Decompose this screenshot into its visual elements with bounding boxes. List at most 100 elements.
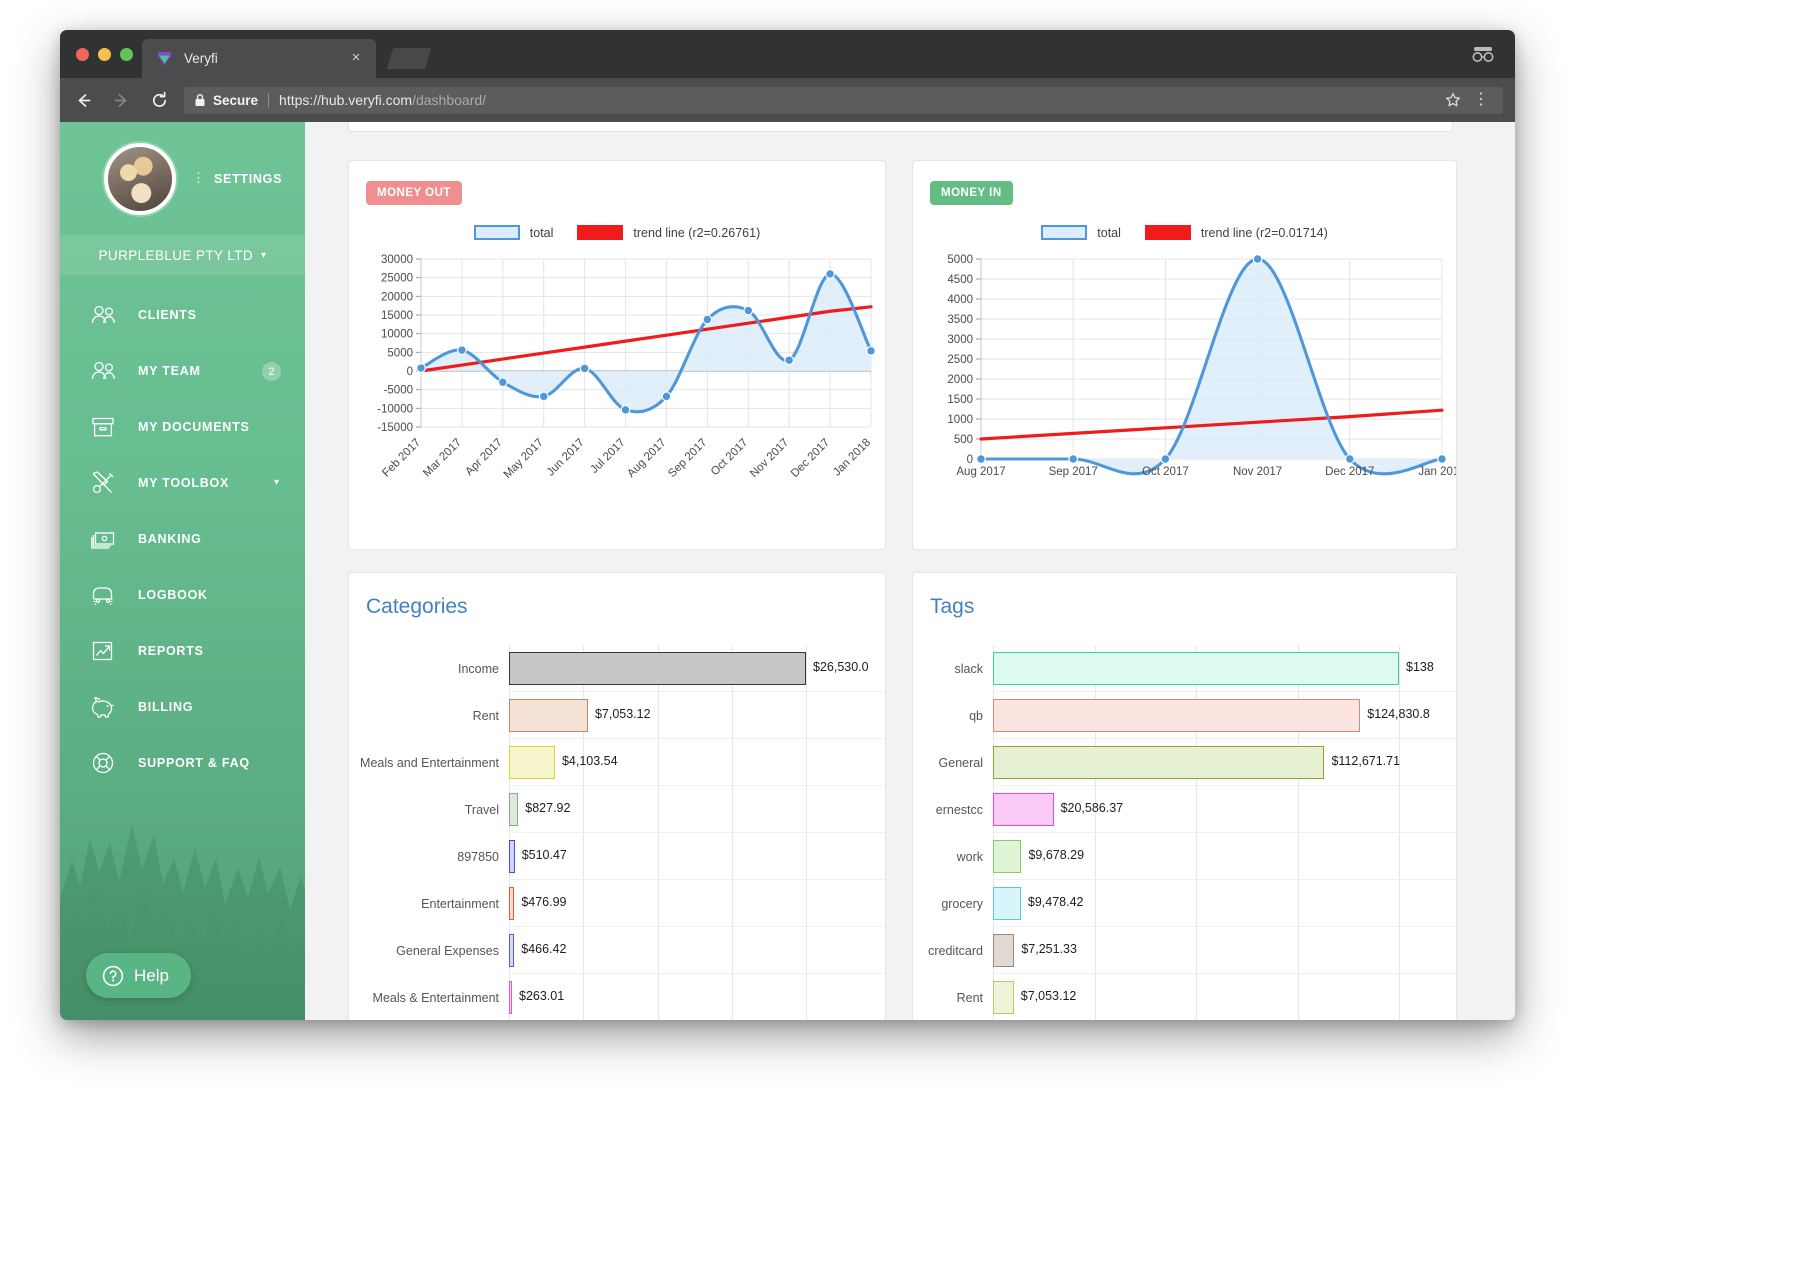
bar-row[interactable]: slack $138	[913, 645, 1456, 692]
bar-category-label: Meals and Entertainment	[360, 755, 499, 770]
lifering-icon	[90, 750, 124, 776]
browser-window: Veryfi × Secure https://hub.veryfi.com/d…	[60, 30, 1515, 1020]
bar-row[interactable]: grocery $9,478.42	[913, 880, 1456, 927]
svg-text:Jan 2018: Jan 2018	[831, 437, 873, 479]
tab-close-icon[interactable]: ×	[349, 50, 363, 65]
money-in-legend: total trend line (r2=0.01714)	[913, 225, 1456, 240]
bar-row[interactable]: 897850 $510.47	[349, 833, 885, 880]
svg-text:1000: 1000	[947, 414, 973, 426]
top-partial-card	[348, 122, 1453, 132]
legend-trend-swatch	[1144, 225, 1191, 240]
window-maximize-button[interactable]	[120, 48, 133, 61]
bar-value-label: $7,053.12	[1020, 989, 1077, 1003]
back-button[interactable]	[68, 85, 98, 115]
bar-row[interactable]: Income $26,530.0	[349, 645, 885, 692]
bar-fill	[509, 981, 512, 1014]
bar-category-label: ernestcc	[935, 802, 983, 817]
tags-title: Tags	[930, 595, 975, 618]
bar-row[interactable]: Entertainment $476.99	[349, 880, 885, 927]
browser-tab[interactable]: Veryfi ×	[142, 39, 376, 78]
profile-section: ⋮ SETTINGS	[60, 122, 305, 235]
browser-toolbar: Secure https://hub.veryfi.com/dashboard/…	[60, 78, 1515, 122]
avatar[interactable]	[104, 142, 176, 215]
svg-text:500: 500	[954, 434, 973, 446]
forward-button[interactable]	[106, 85, 136, 115]
tags-panel: Tags slack $138 qb $124,830.8 General $112,67…	[912, 572, 1457, 1020]
sidebar-item-banking[interactable]: BANKING	[60, 511, 305, 567]
banknote-icon	[90, 528, 124, 550]
sidebar-item-clients[interactable]: CLIENTS	[60, 287, 305, 343]
tools-icon	[90, 471, 124, 495]
bar-row[interactable]: Meals and Entertainment $4,103.54	[349, 739, 885, 786]
legend-total-label: total	[1097, 225, 1121, 240]
bar-row[interactable]: General $112,671.71	[913, 739, 1456, 786]
dashboard-main: MONEY OUT total trend line (r2=0.26761) …	[305, 122, 1515, 1020]
bar-fill	[993, 934, 1015, 967]
bar-gridlines	[509, 974, 885, 1020]
bar-row[interactable]: Rent $7,053.12	[913, 974, 1456, 1020]
bar-track: $510.47	[509, 833, 885, 880]
sidebar-item-billing[interactable]: BILLING	[60, 679, 305, 735]
settings-label: SETTINGS	[214, 171, 283, 186]
help-button[interactable]: Help	[86, 953, 191, 998]
bar-row[interactable]: qb $124,830.8	[913, 692, 1456, 739]
svg-text:Oct 2017: Oct 2017	[1142, 466, 1189, 478]
sidebar-item-my-documents[interactable]: MY DOCUMENTS	[60, 399, 305, 455]
svg-text:0: 0	[967, 454, 973, 466]
sidebar: ⋮ SETTINGS PURPLEBLUE PTY LTD ▾ CLIENTS …	[60, 122, 305, 1020]
sidebar-item-my-team[interactable]: MY TEAM 2	[60, 343, 305, 399]
bar-row[interactable]: creditcard $7,251.33	[913, 927, 1456, 974]
bar-category-label: Meals & Entertainment	[372, 990, 499, 1005]
money-out-legend: total trend line (r2=0.26761)	[349, 225, 885, 240]
chevron-down-icon: ▾	[273, 477, 279, 488]
bar-row[interactable]: General Expenses $466.42	[349, 927, 885, 974]
legend-total-swatch	[473, 225, 520, 240]
help-label: Help	[134, 965, 169, 985]
bar-track: $124,830.8	[993, 692, 1456, 739]
bar-row[interactable]: Travel $827.92	[349, 786, 885, 833]
bar-row[interactable]: Meals & Entertainment $263.01	[349, 974, 885, 1020]
bar-fill	[509, 887, 515, 920]
window-minimize-button[interactable]	[98, 48, 111, 61]
bar-value-label: $124,830.8	[1367, 707, 1430, 721]
bar-value-label: $9,478.42	[1027, 895, 1084, 909]
sidebar-item-logbook[interactable]: LOGBOOK	[60, 567, 305, 623]
sidebar-item-support-faq[interactable]: SUPPORT & FAQ	[60, 735, 305, 791]
svg-text:25000: 25000	[381, 273, 413, 285]
bar-value-label: $7,053.12	[594, 707, 651, 721]
bar-row[interactable]: Rent $7,053.12	[349, 692, 885, 739]
settings-button[interactable]: ⋮ SETTINGS	[192, 172, 282, 186]
bar-row[interactable]: ernestcc $20,586.37	[913, 786, 1456, 833]
svg-text:3500: 3500	[947, 314, 973, 326]
svg-text:30000: 30000	[381, 254, 413, 266]
bar-value-label: $510.47	[521, 848, 567, 862]
chevron-down-icon: ▾	[261, 249, 267, 261]
sidebar-item-my-toolbox[interactable]: MY TOOLBOX ▾	[60, 455, 305, 511]
bar-fill	[993, 652, 1399, 685]
address-bar[interactable]: Secure https://hub.veryfi.com/dashboard/…	[184, 86, 1503, 114]
bar-fill	[509, 652, 806, 685]
categories-panel: Categories Income $26,530.0 Rent $7,053.12 M…	[348, 572, 886, 1020]
svg-text:Nov 2017: Nov 2017	[748, 437, 791, 480]
bar-value-label: $112,671.71	[1331, 754, 1401, 768]
svg-text:Oct 2017: Oct 2017	[709, 437, 750, 478]
new-tab-button[interactable]	[386, 48, 432, 69]
categories-title: Categories	[366, 595, 468, 618]
bar-track: $112,671.71	[993, 739, 1456, 786]
sidebar-item-reports[interactable]: REPORTS	[60, 623, 305, 679]
bookmark-star-icon[interactable]	[1445, 92, 1461, 108]
bar-row[interactable]: work $9,678.29	[913, 833, 1456, 880]
legend-total-label: total	[529, 225, 554, 240]
app-body: ⋮ SETTINGS PURPLEBLUE PTY LTD ▾ CLIENTS …	[60, 122, 1515, 1020]
bar-value-label: $466.42	[521, 942, 567, 956]
sidebar-item-label: MY DOCUMENTS	[138, 420, 250, 434]
bar-category-label: grocery	[941, 896, 983, 911]
money-out-panel: MONEY OUT total trend line (r2=0.26761) …	[348, 160, 886, 550]
window-close-button[interactable]	[76, 48, 89, 61]
tags-bar-chart: slack $138 qb $124,830.8 General $112,671.71 e…	[913, 645, 1456, 1020]
bar-track: $26,530.0	[509, 645, 885, 692]
browser-menu-icon[interactable]: ⋮	[1473, 92, 1489, 108]
company-selector[interactable]: PURPLEBLUE PTY LTD ▾	[60, 235, 305, 275]
reload-button[interactable]	[144, 85, 174, 115]
bar-fill	[509, 840, 515, 873]
